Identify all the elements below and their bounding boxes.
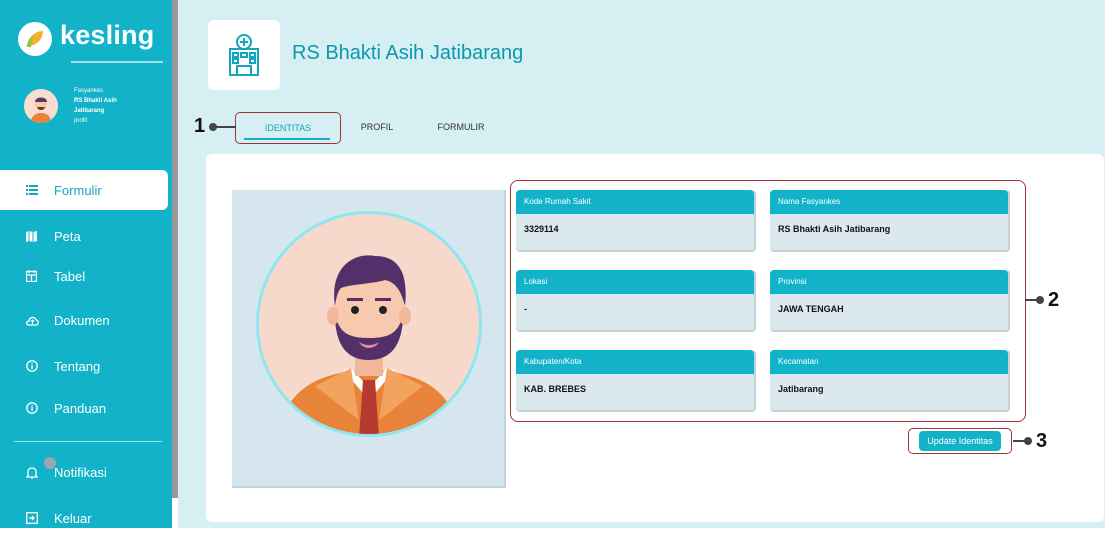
logo-tagline-line xyxy=(71,61,163,63)
tab-label: IDENTITAS xyxy=(264,123,312,133)
sidebar-item-label: Tabel xyxy=(54,268,86,284)
callout-dot xyxy=(1024,437,1032,445)
sidebar-item-label: Dokumen xyxy=(54,312,110,328)
sidebar-item-label: Tentang xyxy=(54,358,101,374)
cloud-icon xyxy=(26,315,54,326)
callout-line xyxy=(214,126,236,128)
active-tab-underline xyxy=(244,138,330,140)
field-value: 3329114 xyxy=(524,224,559,234)
field-label: Kabupaten/Kota xyxy=(516,350,754,374)
sidebar-item-label: Peta xyxy=(54,228,81,244)
user-profile[interactable]: Fasyankes RS Bhakti Asih Jatibarang prof… xyxy=(24,86,142,126)
field-kode-rumah-sakit: Kode Rumah Sakit 3329114 xyxy=(516,190,756,252)
sidebar-item-label: Keluar xyxy=(54,510,92,526)
map-icon xyxy=(26,230,54,242)
sidebar-item-label: Formulir xyxy=(54,182,102,198)
field-value: JAWA TENGAH xyxy=(778,304,844,314)
app-logo[interactable]: kesling xyxy=(18,19,155,56)
profile-illustration xyxy=(255,210,483,438)
info-icon xyxy=(26,402,54,414)
field-kecamatan: Kecamatan Jatibarang xyxy=(770,350,1010,412)
page-title: RS Bhakti Asih Jatibarang xyxy=(292,42,524,64)
menu-divider xyxy=(14,441,162,442)
field-kabupaten-kota: Kabupaten/Kota KAB. BREBES xyxy=(516,350,756,412)
notification-badge xyxy=(44,457,56,469)
tab-formulir[interactable]: FORMULIR xyxy=(428,112,494,142)
sidebar-item-label: Panduan xyxy=(54,400,107,416)
field-value: - xyxy=(524,304,527,314)
info-icon xyxy=(26,360,54,372)
tab-label: PROFIL xyxy=(360,122,394,132)
user-name: RS Bhakti Asih Jatibarang xyxy=(74,98,117,114)
sidebar-item-label: Notifikasi xyxy=(54,464,107,480)
list-icon xyxy=(26,185,54,195)
callout-number-1: 1 xyxy=(194,115,206,137)
tab-profil[interactable]: PROFIL xyxy=(352,112,402,142)
leaf-logo-icon xyxy=(18,22,52,56)
sidebar-item-tabel[interactable]: Tabel xyxy=(0,256,168,296)
update-identitas-button[interactable]: Update Identitas xyxy=(908,428,1012,454)
callout-number-2: 2 xyxy=(1048,289,1060,311)
field-value: Jatibarang xyxy=(778,384,824,394)
logout-icon xyxy=(26,512,54,524)
sidebar-item-panduan[interactable]: Panduan xyxy=(0,388,168,428)
field-lokasi: Lokasi - xyxy=(516,270,756,332)
field-value: RS Bhakti Asih Jatibarang xyxy=(778,224,891,234)
callout-dot xyxy=(1036,296,1044,304)
sidebar-item-keluar[interactable]: Keluar xyxy=(0,498,168,538)
sidebar: kesling Fasyankes RS Bhakti Asih Jatibar… xyxy=(0,0,172,528)
table-icon xyxy=(26,270,54,282)
field-provinsi: Provinsi JAWA TENGAH xyxy=(770,270,1010,332)
profile-link[interactable]: profil xyxy=(74,116,142,126)
field-label: Nama Fasyankes xyxy=(770,190,1008,214)
app-name: kesling xyxy=(60,19,155,50)
field-label: Kode Rumah Sakit xyxy=(516,190,754,214)
hospital-icon xyxy=(229,34,259,76)
field-label: Provinsi xyxy=(770,270,1008,294)
callout-number-3: 3 xyxy=(1036,430,1048,452)
sidebar-item-peta[interactable]: Peta xyxy=(0,216,168,256)
sidebar-item-formulir[interactable]: Formulir xyxy=(0,170,168,210)
field-nama-fasyankes: Nama Fasyankes RS Bhakti Asih Jatibarang xyxy=(770,190,1010,252)
user-role: Fasyankes xyxy=(74,88,104,94)
hospital-logo xyxy=(208,20,280,90)
sidebar-item-tentang[interactable]: Tentang xyxy=(0,346,168,386)
sidebar-item-dokumen[interactable]: Dokumen xyxy=(0,300,168,340)
update-identitas-label: Update Identitas xyxy=(919,431,1001,451)
avatar xyxy=(24,89,58,123)
field-label: Lokasi xyxy=(516,270,754,294)
tab-label: FORMULIR xyxy=(437,122,485,132)
sidebar-item-notifikasi[interactable]: Notifikasi xyxy=(0,452,168,492)
field-label: Kecamatan xyxy=(770,350,1008,374)
field-value: KAB. BREBES xyxy=(524,384,587,394)
